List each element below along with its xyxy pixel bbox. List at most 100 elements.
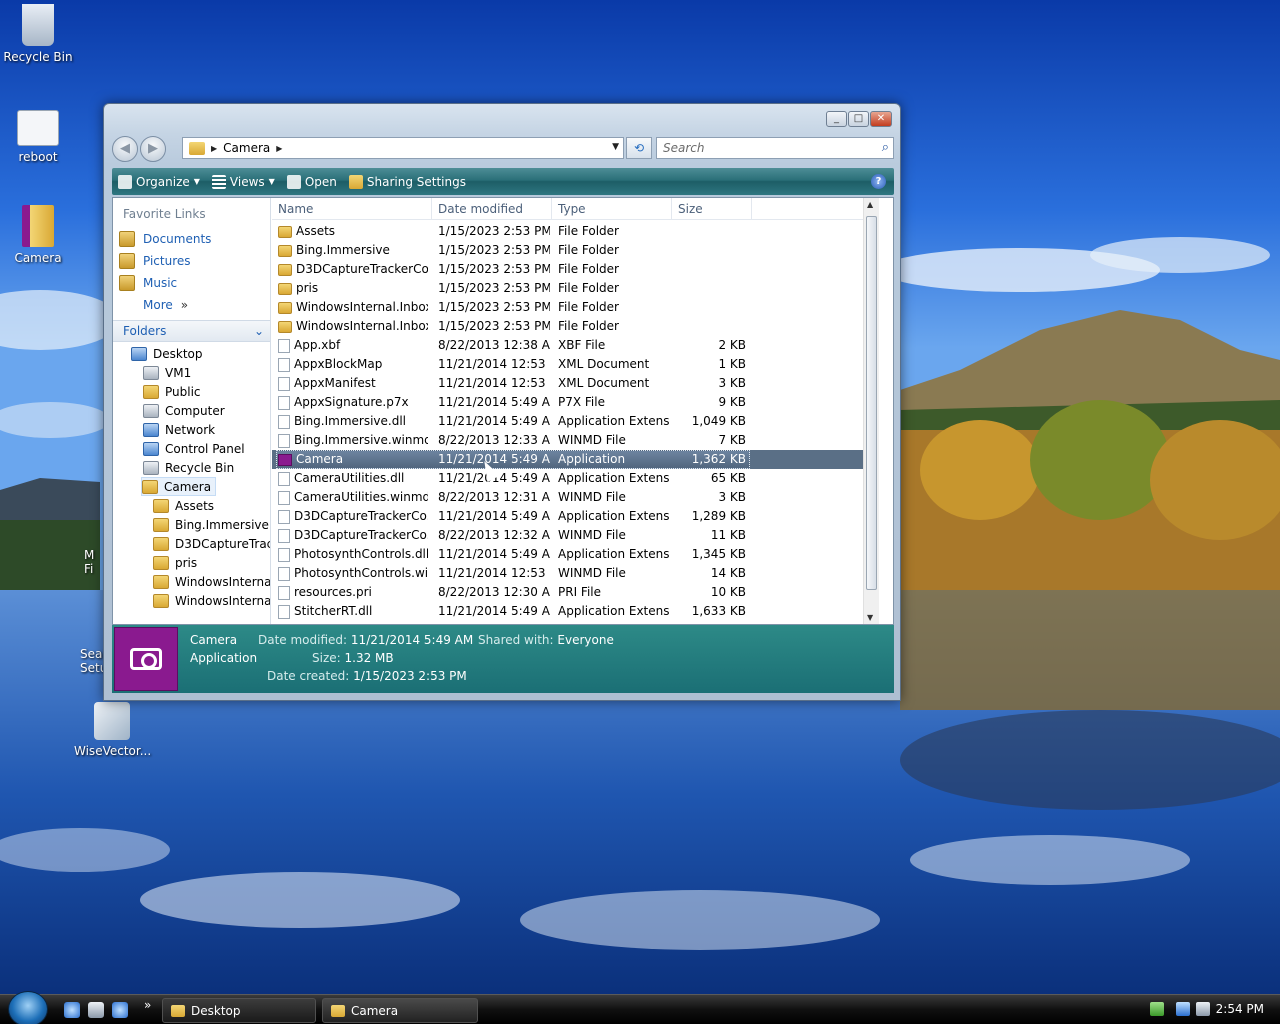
switch-windows-icon[interactable] [112,1002,128,1018]
folder-icon [189,141,205,155]
recycle-bin-icon [22,4,54,46]
search-placeholder: Search [663,141,705,155]
favorite-more[interactable]: More » [143,295,188,315]
cell-size: 1 KB [718,357,746,371]
column-header-name[interactable]: Name [272,198,432,220]
tree-item-vm1[interactable]: VM1 [143,363,191,382]
table-row[interactable]: D3DCaptureTrackerCo... 8/22/2013 12:32 AM… [272,526,879,545]
vertical-scrollbar[interactable]: ▲ ▼ [863,198,879,624]
network-tray-icon[interactable] [1176,1002,1190,1016]
tree-label: D3DCaptureTrack [175,536,271,551]
column-header-size[interactable]: Size [672,198,752,220]
scrollbar-thumb[interactable] [866,216,877,590]
maximize-button[interactable]: □ [848,111,869,127]
tree-item-pris[interactable]: pris [153,553,197,572]
breadcrumb-camera[interactable]: Camera [223,141,270,155]
forward-button[interactable]: ▶ [140,136,166,162]
desktop-icon-wisevector[interactable]: WiseVector... [74,702,151,758]
folder-icon [331,1004,345,1017]
table-row[interactable]: AppxBlockMap 11/21/2014 12:53 ... XML Docu… [272,355,879,374]
tree-item-desktop[interactable]: Desktop [131,344,203,363]
desktop-icon-recycle-bin[interactable]: Recycle Bin [0,4,76,64]
cell-name: Camera [278,450,428,469]
table-row[interactable]: CameraUtilities.winmd 8/22/2013 12:31 AM W… [272,488,879,507]
scroll-up-icon[interactable]: ▲ [867,200,873,209]
search-input[interactable]: Search ⌕ [656,137,894,159]
table-row[interactable]: D3DCaptureTrackerCo... 1/15/2023 2:53 PM F… [272,260,879,279]
column-header-type[interactable]: Type [552,198,672,220]
table-row[interactable]: PhotosynthControls.wi... 11/21/2014 12:53… [272,564,879,583]
cell-name: Bing.Immersive.dll [278,412,428,431]
taskbar-button-desktop[interactable]: Desktop [162,998,316,1023]
table-row[interactable]: AppxManifest 11/21/2014 12:53 ... XML Docu… [272,374,879,393]
tree-item-recycle-bin[interactable]: Recycle Bin [143,458,234,477]
table-row[interactable]: pris 1/15/2023 2:53 PM File Folder [272,279,879,298]
sharing-settings-button[interactable]: Sharing Settings [348,174,466,189]
scroll-down-icon[interactable]: ▼ [867,613,873,622]
cell-name: App.xbf [278,336,428,355]
table-row[interactable]: AppxSignature.p7x 11/21/2014 5:49 AM P7X F… [272,393,879,412]
file-icon [278,471,290,486]
tree-label: Desktop [153,346,203,361]
cell-size: 7 KB [718,433,746,447]
breadcrumb-separator-icon[interactable]: ▶ [276,144,282,153]
breadcrumb-separator-icon[interactable]: ▶ [211,144,217,153]
security-tray-icon[interactable] [1150,1002,1164,1016]
table-row[interactable]: Camera 11/21/2014 5:49 AM Application 1,362… [272,450,879,469]
show-desktop-icon[interactable] [88,1002,104,1018]
tree-item-camera[interactable]: Camera [141,477,217,496]
tree-item-control-panel[interactable]: Control Panel [143,439,245,458]
table-row[interactable]: resources.pri 8/22/2013 12:30 AM PRI File 1… [272,583,879,602]
minimize-button[interactable]: _ [826,111,847,127]
tree-item-windowsinternal-1[interactable]: WindowsInternal.I [153,572,270,591]
taskbar-button-label: Desktop [191,1003,241,1018]
tree-item-network[interactable]: Network [143,420,215,439]
tree-item-bing-immersive[interactable]: Bing.Immersive [153,515,269,534]
internet-explorer-icon[interactable] [64,1002,80,1018]
organize-button[interactable]: Organize ▼ [118,174,200,189]
table-row[interactable]: Bing.Immersive 1/15/2023 2:53 PM File Fold… [272,241,879,260]
folder-icon [142,479,158,494]
file-name: WindowsInternal.Inbox... [296,319,428,333]
desktop-icon-partial-2[interactable]: Seal Setu [80,647,107,675]
quick-launch-overflow-icon[interactable]: » [144,998,151,1012]
tree-label: pris [175,555,198,570]
chevron-down-icon[interactable]: ▼ [612,142,619,152]
taskbar-clock[interactable]: 2:54 PM [1216,1002,1264,1016]
help-icon[interactable]: ? [871,174,886,189]
tree-item-assets[interactable]: Assets [153,496,214,515]
table-row[interactable]: StitcherRT.dll 11/21/2014 5:49 AM Applicat… [272,602,879,621]
tree-item-computer[interactable]: Computer [143,401,225,420]
taskbar-button-camera[interactable]: Camera [322,998,478,1023]
file-name: CameraUtilities.winmd [294,490,428,504]
views-button[interactable]: Views ▼ [211,174,275,189]
refresh-button[interactable]: ⟲ [626,137,652,159]
tree-item-public[interactable]: Public [143,382,201,401]
table-row[interactable]: Assets 1/15/2023 2:53 PM File Folder [272,222,879,241]
desktop-icon-reboot[interactable]: reboot [0,110,76,164]
start-button[interactable] [8,991,48,1024]
column-header-date-modified[interactable]: Date modified [432,198,552,220]
volume-tray-icon[interactable] [1196,1002,1210,1016]
favorite-pictures[interactable]: Pictures [119,251,191,271]
address-bar[interactable]: ▶ Camera ▶ ▼ [182,137,624,159]
folders-header[interactable]: Folders ⌄ [113,320,270,342]
tree-item-d3dcapturetrack[interactable]: D3DCaptureTrack [153,534,271,553]
table-row[interactable]: CameraUtilities.dll 11/21/2014 5:49 AM App… [272,469,879,488]
favorite-music[interactable]: Music [119,273,177,293]
tree-item-windowsinternal-2[interactable]: WindowsInternal.I [153,591,270,610]
table-row[interactable]: WindowsInternal.Inbox... 1/15/2023 2:53 P… [272,298,879,317]
back-button[interactable]: ◀ [112,136,138,162]
table-row[interactable]: PhotosynthControls.dll 11/21/2014 5:49 AM… [272,545,879,564]
table-row[interactable]: App.xbf 8/22/2013 12:38 AM XBF File 2 KB [272,336,879,355]
table-row[interactable]: Bing.Immersive.dll 11/21/2014 5:49 AM Appl… [272,412,879,431]
table-row[interactable]: D3DCaptureTrackerCo... 11/21/2014 5:49 AM… [272,507,879,526]
open-button[interactable]: Open [286,174,337,189]
table-row[interactable]: WindowsInternal.Inbox... 1/15/2023 2:53 P… [272,317,879,336]
search-icon[interactable]: ⌕ [882,138,889,158]
desktop-icon-camera[interactable]: Camera [0,205,76,265]
table-row[interactable]: Bing.Immersive.winmd 8/22/2013 12:33 AM WI… [272,431,879,450]
close-button[interactable]: ✕ [870,111,892,127]
favorite-documents[interactable]: Documents [119,229,211,249]
caption-buttons: _ □ ✕ [826,111,892,127]
